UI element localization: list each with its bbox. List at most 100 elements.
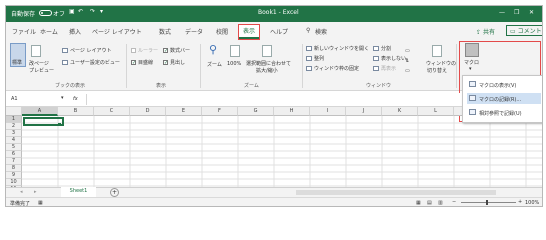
column-header[interactable]: J bbox=[346, 107, 382, 116]
row-header[interactable]: 6 bbox=[6, 151, 22, 158]
zoom-level[interactable]: 100% bbox=[525, 200, 539, 206]
next-sheet-icon[interactable]: ▸ bbox=[34, 189, 37, 195]
add-sheet-button[interactable]: + bbox=[110, 188, 119, 197]
tab-insert[interactable]: 挿入 bbox=[69, 27, 81, 36]
hide-button[interactable]: 表示しない bbox=[381, 55, 406, 62]
autosave-toggle[interactable] bbox=[39, 10, 52, 16]
row-header[interactable]: 1 bbox=[6, 116, 22, 123]
formula-bar-checkbox[interactable]: ✓ bbox=[163, 48, 168, 54]
row-header[interactable]: 3 bbox=[6, 130, 22, 137]
tab-formulas[interactable]: 数式 bbox=[159, 27, 171, 36]
ribbon-separator bbox=[126, 44, 127, 88]
row-header[interactable]: 8 bbox=[6, 165, 22, 172]
column-header[interactable]: A bbox=[22, 107, 58, 116]
normal-view-status-icon[interactable]: ▦ bbox=[416, 200, 421, 206]
tab-page-layout[interactable]: ページ レイアウト bbox=[92, 27, 142, 36]
ribbon-separator bbox=[200, 44, 201, 88]
headings-checkbox[interactable]: ✓ bbox=[163, 60, 168, 66]
row-header[interactable]: 10 bbox=[6, 179, 22, 186]
zoom-selection-label-2[interactable]: 拡大/縮小 bbox=[256, 67, 278, 74]
zoom-slider[interactable] bbox=[461, 202, 516, 203]
zoom-selection-label-1[interactable]: 選択範囲に合わせて bbox=[246, 60, 291, 67]
column-header[interactable]: K bbox=[382, 107, 418, 116]
row-header[interactable]: 4 bbox=[6, 137, 22, 144]
redo-icon[interactable]: ↷ bbox=[90, 8, 95, 15]
new-window-icon bbox=[306, 46, 312, 51]
select-all-corner[interactable] bbox=[6, 107, 22, 116]
column-header[interactable]: F bbox=[202, 107, 238, 116]
normal-view-label: 標準 bbox=[12, 60, 23, 66]
save-icon[interactable]: ▣ bbox=[69, 8, 75, 15]
freeze-panes-button[interactable]: ウィンドウ枠の固定 bbox=[314, 65, 359, 72]
page-break-status-icon[interactable]: ▥ bbox=[438, 200, 443, 206]
zoom-slider-thumb[interactable] bbox=[486, 200, 488, 205]
row-header[interactable]: 2 bbox=[6, 123, 22, 130]
gridlines-checkbox[interactable]: ✓ bbox=[131, 60, 136, 66]
custom-views-button[interactable]: ユーザー設定のビュー bbox=[70, 59, 120, 66]
zoom-100-button[interactable]: 100% bbox=[227, 61, 241, 67]
column-header[interactable]: D bbox=[130, 107, 166, 116]
view-side-by-side-icon[interactable]: ▭ bbox=[405, 48, 410, 54]
page-layout-status-icon[interactable]: ▤ bbox=[427, 200, 432, 206]
menu-item-record-macro[interactable]: マクロの記録(R)... bbox=[467, 93, 541, 104]
switch-windows-label-2[interactable]: 切り替え bbox=[427, 67, 447, 74]
insert-function-button[interactable]: fx bbox=[73, 96, 78, 102]
zoom-icon[interactable]: ⚲ bbox=[209, 43, 217, 56]
column-header[interactable]: H bbox=[274, 107, 310, 116]
tab-view[interactable]: 表示 bbox=[237, 24, 261, 40]
column-header[interactable]: E bbox=[166, 107, 202, 116]
search-icon[interactable]: ⚲ bbox=[306, 27, 310, 34]
zoom-button[interactable]: ズーム bbox=[207, 61, 222, 68]
arrange-button[interactable]: 整列 bbox=[314, 55, 324, 62]
row-header[interactable]: 7 bbox=[6, 158, 22, 165]
new-window-button[interactable]: 新しいウィンドウを開く bbox=[314, 45, 369, 52]
share-button[interactable]: ⇪ 共有 bbox=[476, 27, 495, 36]
column-header[interactable]: B bbox=[58, 107, 94, 116]
name-box[interactable]: A1 bbox=[11, 96, 51, 104]
tab-data[interactable]: データ bbox=[185, 27, 203, 36]
page-break-label-2[interactable]: プレビュー bbox=[29, 67, 54, 74]
menu-item-view-macros[interactable]: マクロの表示(V) bbox=[467, 79, 541, 90]
column-header[interactable]: G bbox=[238, 107, 274, 116]
sync-scroll-icon[interactable]: ⇅ bbox=[405, 58, 409, 64]
name-box-dropdown-icon[interactable]: ▾ bbox=[61, 95, 64, 101]
qat-menu-icon[interactable]: ▾ bbox=[100, 8, 103, 15]
normal-view-button[interactable]: 標準 bbox=[10, 43, 26, 67]
page-break-icon[interactable] bbox=[31, 45, 41, 57]
row-header[interactable]: 9 bbox=[6, 172, 22, 179]
menu-item-relative-reference[interactable]: 相対参照で記録(U) bbox=[467, 107, 541, 118]
reset-position-icon[interactable]: ▭ bbox=[405, 68, 410, 74]
split-icon bbox=[373, 46, 379, 51]
prev-sheet-icon[interactable]: ◂ bbox=[20, 189, 23, 195]
page-layout-button[interactable]: ページ レイアウト bbox=[70, 47, 112, 54]
unhide-button[interactable]: 再表示 bbox=[381, 65, 396, 72]
macro-record-status-icon[interactable]: ▦ bbox=[38, 200, 43, 206]
restore-button[interactable]: ❐ bbox=[514, 9, 519, 16]
row-header[interactable]: 5 bbox=[6, 144, 22, 151]
formula-input[interactable] bbox=[88, 94, 458, 104]
book-views-group-label: ブックの表示 bbox=[55, 83, 86, 89]
switch-windows-icon bbox=[432, 45, 442, 57]
zoom-in-icon[interactable]: + bbox=[518, 199, 522, 205]
split-button[interactable]: 分割 bbox=[381, 45, 391, 52]
column-header[interactable]: L bbox=[418, 107, 454, 116]
column-header[interactable]: C bbox=[94, 107, 130, 116]
comment-button[interactable]: ▭ コメント bbox=[506, 25, 542, 36]
column-header[interactable]: I bbox=[310, 107, 346, 116]
tab-review[interactable]: 校閲 bbox=[216, 27, 228, 36]
undo-icon[interactable]: ↶ bbox=[78, 8, 83, 15]
tab-help[interactable]: ヘルプ bbox=[270, 27, 288, 36]
minimize-button[interactable]: — bbox=[499, 9, 505, 16]
close-button[interactable]: ✕ bbox=[529, 9, 534, 16]
relative-ref-icon bbox=[469, 109, 476, 115]
ruler-checkbox[interactable] bbox=[131, 48, 136, 53]
page-break-label-1[interactable]: 改ページ bbox=[29, 60, 49, 67]
zoom-out-icon[interactable]: − bbox=[452, 199, 456, 205]
switch-windows-label-1[interactable]: ウィンドウの bbox=[426, 60, 456, 67]
fill-handle[interactable] bbox=[58, 123, 61, 126]
share-label: 共有 bbox=[482, 29, 495, 36]
tab-file[interactable]: ファイル bbox=[12, 27, 36, 36]
tell-me-search[interactable]: 検索 bbox=[315, 27, 327, 36]
horizontal-scrollbar[interactable] bbox=[296, 190, 496, 195]
tab-home[interactable]: ホーム bbox=[40, 27, 58, 36]
